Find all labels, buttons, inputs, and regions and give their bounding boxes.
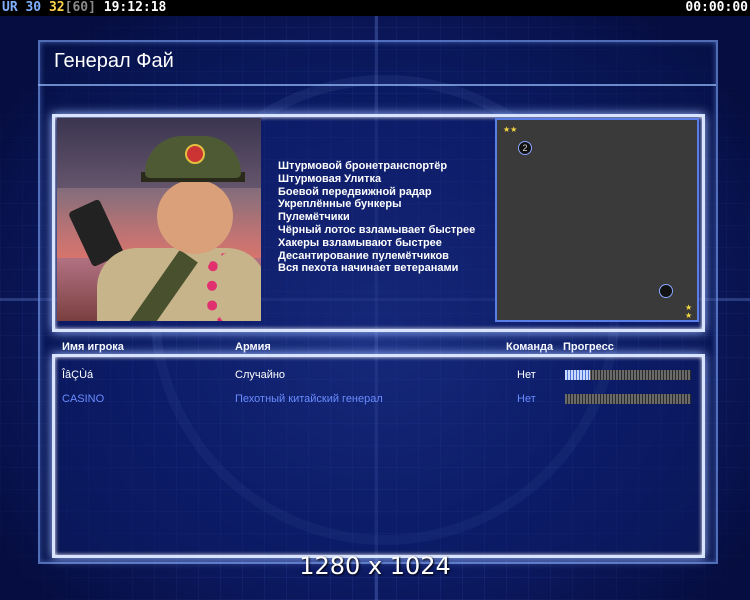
players-panel: ÎâÇÙá Случайно Нет CASINO Пехотный китай…	[52, 354, 705, 558]
feature-item: Штурмовой бронетранспортёр	[278, 160, 448, 172]
progress-fill	[565, 370, 591, 380]
player-progress-bar	[565, 394, 691, 404]
start-position-1	[659, 284, 673, 298]
title-divider	[38, 84, 716, 86]
general-title: Генерал Фай	[54, 50, 174, 72]
feature-item: Десантирование пулемётчиков	[278, 249, 449, 262]
feature-item: Боевой передвижной радар	[278, 185, 432, 198]
column-header-progress: Прогресс	[563, 341, 614, 353]
portrait-lei	[207, 253, 257, 321]
minimap-stars-bottom: ★ ★	[685, 303, 693, 320]
column-header-team: Команда	[506, 341, 554, 353]
column-header-name: Имя игрока	[62, 341, 124, 353]
player-team: Нет	[517, 393, 536, 405]
feature-item: Вся пехота начинает ветеранами	[278, 262, 459, 275]
general-portrait	[57, 118, 261, 321]
feature-item: Укреплённые бункеры	[278, 198, 402, 211]
map-preview: ★★ 2 ★ ★	[495, 118, 699, 322]
player-name: ÎâÇÙá	[62, 369, 94, 381]
player-army: Пехотный китайский генерал	[235, 393, 383, 405]
player-progress-bar	[565, 370, 691, 380]
player-army: Случайно	[235, 369, 286, 381]
portrait-face	[157, 180, 233, 254]
debug-hud-bar: UR 30 32[60] 19:12:18 00:00:00	[0, 0, 750, 16]
portrait-cap-badge	[185, 144, 205, 164]
feature-item: Чёрный лотос взламывает быстрее	[278, 223, 476, 236]
start-position-2: 2	[518, 141, 532, 155]
feature-item: Пулемётчики	[278, 211, 350, 224]
hud-timer: 00:00:00	[685, 0, 748, 15]
column-header-army: Армия	[235, 341, 271, 353]
hud-clock: 19:12:18	[103, 0, 167, 15]
player-team: Нет	[517, 369, 536, 381]
minimap-stars-top: ★★	[503, 125, 518, 134]
hud-ur-label: UR	[2, 0, 18, 15]
hud-left: UR 30 32[60] 19:12:18	[2, 0, 166, 16]
resolution-label: 1280 x 1024	[299, 552, 451, 580]
player-row: ÎâÇÙá Случайно Нет	[55, 365, 702, 385]
feature-item: Хакеры взламывают быстрее	[278, 236, 442, 249]
hud-current-fps: 32	[48, 0, 65, 15]
general-features-list: Штурмовой бронетранспортёр Штурмовая Ули…	[278, 160, 475, 275]
player-name: CASINO	[62, 393, 105, 405]
hud-fps: 30	[25, 0, 42, 15]
feature-item: Штурмовая Улитка	[278, 172, 382, 185]
hud-max-fps: [60]	[64, 0, 96, 15]
player-row: CASINO Пехотный китайский генерал Нет	[55, 389, 702, 409]
